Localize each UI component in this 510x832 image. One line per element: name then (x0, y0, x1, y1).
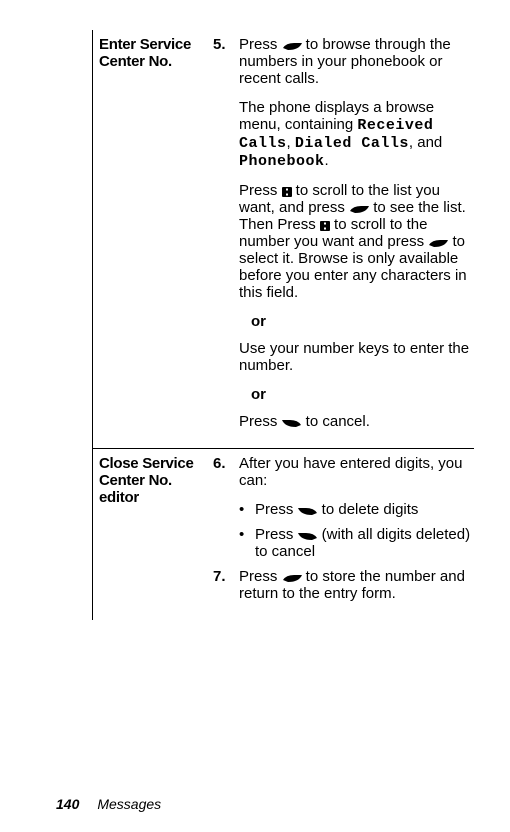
softkey-right-icon (349, 206, 369, 214)
text: , (287, 134, 295, 151)
section-body-close: 6. After you have entered digits, you ca… (213, 455, 474, 614)
chapter-title: Messages (97, 796, 161, 812)
menu-item-dialed-calls: Dialed Calls (295, 135, 409, 152)
softkey-right-icon (282, 575, 302, 583)
softkey-left-icon (298, 533, 318, 541)
or-separator: or (251, 313, 472, 330)
text: Press (255, 526, 298, 543)
bullet-icon: • (239, 501, 255, 518)
text: Press (255, 501, 298, 518)
step-number-6: 6. (213, 455, 239, 489)
softkey-left-icon (298, 508, 318, 516)
section-label-close: Close Service Center No. editor (99, 455, 213, 614)
step-number-5: 5. (213, 36, 239, 87)
text: , and (409, 134, 442, 151)
section-body-enter: 5. Press to browse through the numbers i… (213, 36, 474, 442)
text: to delete digits (318, 501, 419, 518)
nav-key-icon (282, 187, 292, 197)
menu-item-phonebook: Phonebook (239, 153, 325, 170)
bullet-icon: • (239, 526, 255, 560)
text: Press (239, 182, 282, 199)
text: . (325, 152, 329, 169)
text: Press (239, 568, 282, 585)
page-number: 140 (56, 796, 79, 812)
nav-key-icon (320, 221, 330, 231)
softkey-left-icon (282, 420, 302, 428)
step-number-7: 7. (213, 568, 239, 602)
section-label-enter: Enter Service Center No. (99, 36, 213, 442)
text: Press (239, 36, 282, 53)
text: to cancel. (302, 413, 370, 430)
text: Press (239, 413, 282, 430)
page-footer: 140 Messages (56, 796, 161, 812)
text: After you have entered digits, you can: (239, 455, 472, 489)
softkey-right-icon (428, 240, 448, 248)
or-separator: or (251, 386, 472, 403)
softkey-right-icon (282, 43, 302, 51)
text: Use your number keys to enter the number… (239, 340, 472, 374)
